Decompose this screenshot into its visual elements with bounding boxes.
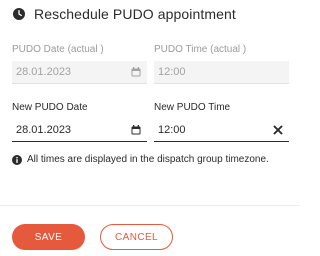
actual-time-label: PUDO Time (actual ) [154,44,247,55]
new-time-field: New PUDO Time 12:00 [154,101,289,159]
actual-time-value: 12:00 [158,66,186,78]
new-date-label: New PUDO Date [12,102,88,113]
dialog-header: Reschedule PUDO appointment [13,6,236,22]
calendar-icon [131,67,141,77]
timezone-note-text: All times are displayed in the dispatch … [27,154,269,165]
cancel-button[interactable]: CANCEL [100,224,173,250]
new-date-field: New PUDO Date 28.01.2023 [12,101,147,159]
actual-date-value: 28.01.2023 [16,66,72,78]
clock-icon [13,8,25,20]
info-icon [12,154,22,165]
calendar-icon[interactable] [131,125,141,135]
footer-divider [0,205,300,206]
timezone-note: All times are displayed in the dispatch … [12,154,292,165]
new-time-label: New PUDO Time [154,102,231,113]
actual-date-field: PUDO Date (actual ) 28.01.2023 [12,43,147,101]
new-date-input[interactable]: 28.01.2023 [12,119,147,142]
dialog-title: Reschedule PUDO appointment [34,6,236,22]
actual-time-field: PUDO Time (actual ) 12:00 [154,43,289,101]
actual-time-input: 12:00 [154,61,289,84]
actual-date-input: 28.01.2023 [12,61,147,84]
new-time-value: 12:00 [158,124,186,136]
new-date-value: 28.01.2023 [16,124,72,136]
save-button[interactable]: SAVE [12,224,85,250]
new-time-input[interactable]: 12:00 [154,119,289,142]
appointment-form: PUDO Date (actual ) 28.01.2023 PUDO Time… [12,43,289,159]
actual-date-label: PUDO Date (actual ) [12,44,104,55]
clear-icon[interactable] [273,125,283,135]
